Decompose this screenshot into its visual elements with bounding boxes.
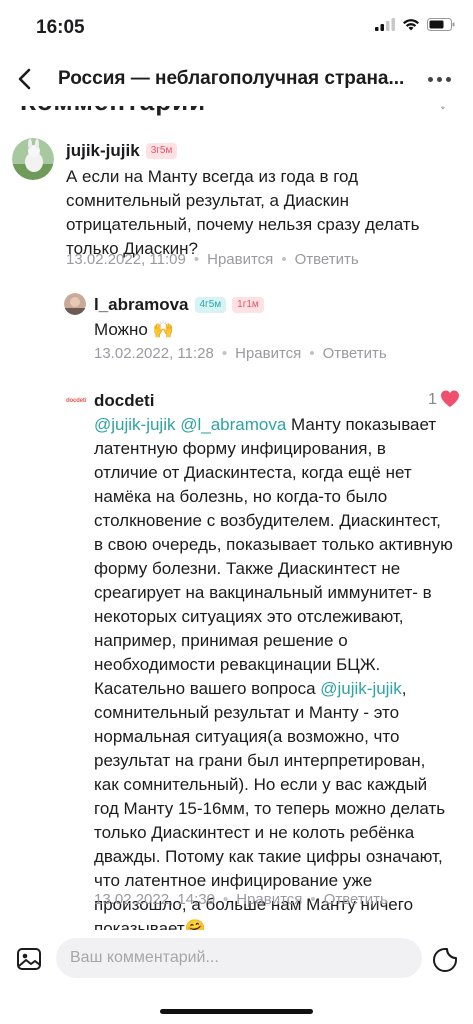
avatar[interactable]: docdeti [64,389,88,413]
reply-link[interactable]: Ответить [323,345,387,362]
like-count: 1 [428,391,437,408]
comment-author[interactable]: jujik-jujik [66,141,140,161]
page-title: Россия — неблагополучная страна... [58,68,405,89]
comment-text: @jujik-jujik @l_abramova Манту показывае… [94,413,454,941]
comment-date: 13.02.2022, 11:28 [94,345,214,362]
comment-composer [0,930,473,990]
comment-text: А если на Манту всегда из года в год сом… [66,167,420,258]
user-badge: 4г5м [194,297,227,313]
mention-link[interactable]: @jujik-jujik [94,415,176,434]
mention-link[interactable]: @jujik-jujik [320,679,402,698]
battery-icon [427,18,455,31]
avatar[interactable] [64,293,86,315]
avatar[interactable] [12,138,54,180]
comment-input[interactable] [56,938,422,978]
comment-text-part: Касательно вашего вопроса [94,679,321,698]
like-link[interactable]: Нравится [236,891,302,908]
reply-link[interactable]: Ответить [324,891,388,908]
reply-link[interactable]: Ответить [295,251,359,268]
comment-text: Можно 🙌 [94,320,174,339]
heart-icon[interactable] [440,390,460,408]
like-link[interactable]: Нравится [207,251,273,268]
like-link[interactable]: Нравится [235,345,301,362]
comment-date: 13.02.2022, 14:30 [94,891,215,908]
comment-date: 13.02.2022, 11:09 [66,251,186,268]
mention-link[interactable]: @l_abramova [180,415,286,434]
status-time: 16:05 [36,17,85,38]
wifi-icon [403,19,419,31]
comment-author[interactable]: l_abramova [94,295,189,315]
user-badge: 3г5м [145,143,178,159]
status-bar: 16:05 [0,0,473,52]
signal-icon [375,18,395,31]
back-arrow-icon[interactable] [10,64,40,94]
more-options-icon[interactable] [428,77,451,82]
home-indicator [160,1009,313,1014]
status-icons [375,18,455,31]
nav-bar: Россия — неблагополучная страна... [0,54,473,106]
user-badge: 1г1м [232,297,264,313]
image-attach-icon[interactable] [16,946,42,972]
comment-author[interactable]: docdeti [94,391,154,411]
comment-text-part: Манту показывает латентную форму инфицир… [94,415,453,674]
sticker-icon[interactable] [431,946,459,974]
